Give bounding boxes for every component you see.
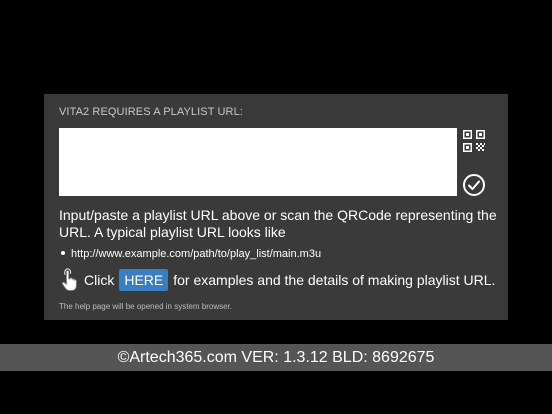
version-footer: ©Artech365.com VER: 1.3.12 BLD: 8692675 [0, 344, 552, 371]
click-suffix-text: for examples and the details of making p… [173, 272, 496, 288]
browser-footnote: The help page will be opened in system b… [59, 302, 232, 311]
example-url-text: http://www.example.com/path/to/play_list… [71, 248, 322, 260]
pointing-hand-icon [62, 268, 77, 291]
bullet-icon [61, 251, 65, 256]
playlist-url-input[interactable] [59, 128, 457, 196]
checkmark-circle-icon [463, 174, 485, 196]
here-help-button[interactable]: HERE [119, 269, 169, 291]
instructions-text: Input/paste a playlist URL above or scan… [59, 207, 497, 240]
confirm-button[interactable] [462, 173, 486, 197]
qr-code-icon [463, 130, 485, 152]
dialog-title: VITA2 REQUIRES A PLAYLIST URL: [59, 106, 243, 118]
click-prefix-text: Click [84, 272, 115, 288]
example-url-item: http://www.example.com/path/to/play_list… [59, 248, 321, 260]
playlist-url-dialog: VITA2 REQUIRES A PLAYLIST URL: Input/pas… [44, 94, 508, 320]
help-link-row: Click HERE for examples and the details … [59, 268, 495, 292]
qr-scan-button[interactable] [462, 129, 486, 153]
screen: VITA2 REQUIRES A PLAYLIST URL: Input/pas… [0, 0, 552, 414]
